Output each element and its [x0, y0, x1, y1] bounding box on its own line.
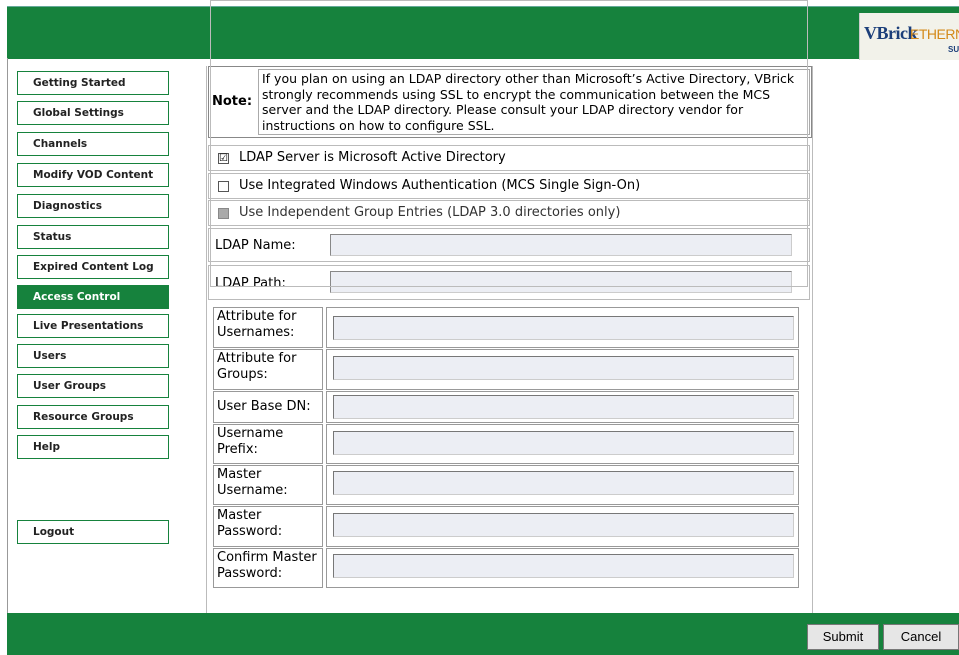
- master-password-cell: [326, 506, 799, 547]
- confirm-master-password-label: Confirm Master Password:: [213, 548, 323, 588]
- nav-resource-groups[interactable]: Resource Groups: [17, 405, 169, 429]
- logo-suite-text: SUI: [948, 45, 959, 54]
- nav-modify-vod-content[interactable]: Modify VOD Content: [17, 163, 169, 187]
- confirm-master-password-input[interactable]: [333, 554, 794, 578]
- attr-usernames-cell: [326, 307, 799, 348]
- nav-diagnostics[interactable]: Diagnostics: [17, 194, 169, 218]
- left-border: [7, 58, 8, 613]
- nav-help[interactable]: Help: [17, 435, 169, 459]
- master-password-input[interactable]: [333, 513, 794, 537]
- attributes-table: [210, 0, 808, 287]
- username-prefix-cell: [326, 424, 799, 464]
- user-base-dn-label: User Base DN:: [213, 391, 323, 423]
- master-username-label: Master Username:: [213, 465, 323, 505]
- logo-ethernet-text: ETHERNET: [910, 26, 959, 42]
- confirm-master-password-cell: [326, 548, 799, 588]
- username-prefix-label: Username Prefix:: [213, 424, 323, 464]
- attr-groups-input[interactable]: [333, 356, 794, 380]
- attr-groups-cell: [326, 349, 799, 390]
- nav-getting-started[interactable]: Getting Started: [17, 71, 169, 95]
- nav-status[interactable]: Status: [17, 225, 169, 249]
- user-base-dn-cell: [326, 391, 799, 423]
- vbrick-logo: VBrick ETHERNET SUI: [859, 13, 959, 60]
- attr-groups-label: Attribute for Groups:: [213, 349, 323, 390]
- attr-usernames-input[interactable]: [333, 316, 794, 340]
- user-base-dn-input[interactable]: [333, 395, 794, 419]
- cancel-button[interactable]: Cancel: [883, 624, 959, 650]
- nav-access-control[interactable]: Access Control: [17, 285, 169, 309]
- nav-users[interactable]: Users: [17, 344, 169, 368]
- master-username-input[interactable]: [333, 471, 794, 495]
- submit-button[interactable]: Submit: [807, 624, 879, 650]
- nav-global-settings[interactable]: Global Settings: [17, 101, 169, 125]
- master-password-label: Master Password:: [213, 506, 323, 547]
- username-prefix-input[interactable]: [333, 431, 794, 455]
- nav-expired-content-log[interactable]: Expired Content Log: [17, 255, 169, 279]
- nav-user-groups[interactable]: User Groups: [17, 374, 169, 398]
- nav-channels[interactable]: Channels: [17, 132, 169, 156]
- master-username-cell: [326, 465, 799, 505]
- logout-button[interactable]: Logout: [17, 520, 169, 544]
- attr-usernames-label: Attribute for Usernames:: [213, 307, 323, 348]
- nav-live-presentations[interactable]: Live Presentations: [17, 314, 169, 338]
